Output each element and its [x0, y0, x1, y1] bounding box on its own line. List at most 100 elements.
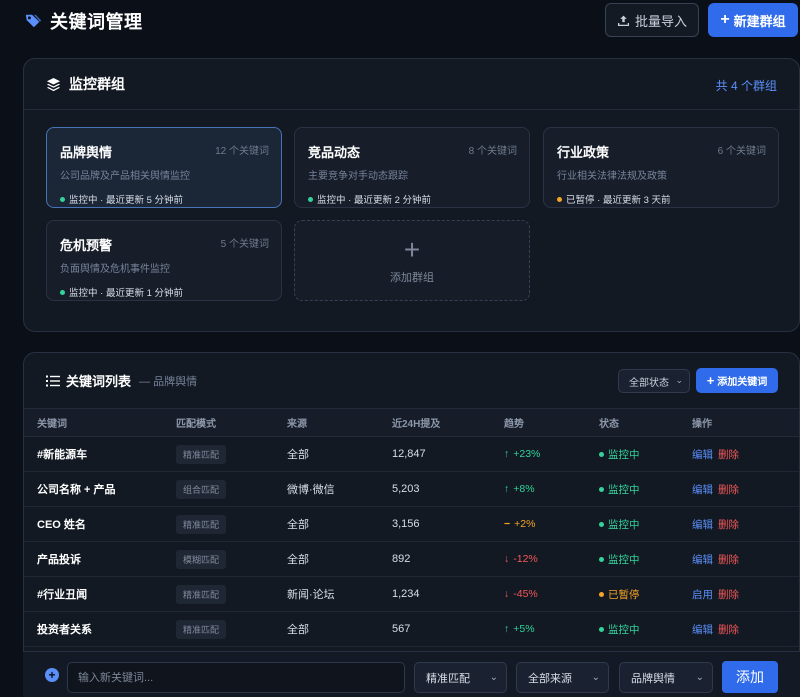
group-card-status: 监控中 · 最近更新 5 分钟前 [60, 192, 269, 206]
brand: 关键词管理 [24, 8, 143, 34]
source-cell: 全部 [287, 506, 392, 542]
group-card-status: 监控中 · 最近更新 2 分钟前 [308, 192, 517, 206]
row-primary-action[interactable]: 启用 [692, 589, 713, 601]
keyword-panel: 关键词列表 — 品牌舆情 全部状态 ⌄ + 添加关键词 关键词 匹配模式 来源 … [23, 352, 800, 697]
group-card-status: 监控中 · 最近更新 1 分钟前 [60, 285, 269, 299]
row-delete-action[interactable]: 删除 [718, 624, 739, 636]
group-card-status-text: 监控中 · 最近更新 5 分钟前 [69, 195, 184, 206]
add-group-card[interactable]: + 添加群组 [294, 220, 530, 301]
group-card-count: 12 个关键词 [215, 146, 269, 157]
new-group-button[interactable]: + 新建群组 [708, 3, 798, 37]
row-delete-action[interactable]: 删除 [718, 554, 739, 566]
keyword-text: #行业丑闻 [37, 589, 88, 601]
trend-cell: ↓ -12% [504, 553, 538, 565]
group-card-status-text: 已暂停 · 最近更新 3 天前 [566, 195, 671, 206]
group-card-status-text: 监控中 · 最近更新 1 分钟前 [69, 288, 184, 299]
bulk-import-label: 批量导入 [634, 13, 687, 29]
keyword-panel-title: 关键词列表 [66, 374, 132, 389]
match-mode-chip: 精准匹配 [176, 584, 227, 604]
source-select[interactable]: 全部来源 ⌄ [516, 662, 609, 693]
row-primary-action[interactable]: 编辑 [692, 449, 713, 461]
group-card-competitors[interactable]: 竞品动态 8 个关键词 主要竞争对手动态跟踪 监控中 · 最近更新 2 分钟前 [294, 127, 530, 208]
match-mode-select[interactable]: 精准匹配 ⌄ [414, 662, 507, 693]
trend-value: -12% [513, 553, 538, 565]
row-delete-action[interactable]: 删除 [718, 589, 739, 601]
status-dot-icon [557, 196, 562, 202]
table-row: 产品投诉 模糊匹配 全部 892 ↓ -12% 监控中 编辑 删除 [24, 541, 799, 577]
trend-value: +23% [513, 448, 541, 460]
trend-cell: − +2% [504, 518, 535, 530]
column-header: 匹配模式 [176, 408, 287, 437]
row-primary-action[interactable]: 编辑 [692, 624, 713, 636]
plus-icon: + [720, 11, 730, 28]
match-mode-chip: 精准匹配 [176, 619, 227, 639]
status-dot-icon [599, 556, 604, 562]
group-value: 品牌舆情 [631, 672, 675, 685]
add-keyword-button[interactable]: + 添加关键词 [696, 368, 778, 393]
keyword-text: 产品投诉 [37, 554, 81, 566]
bulk-import-button[interactable]: 批量导入 [605, 3, 699, 37]
trend-cell: ↓ -45% [504, 588, 538, 600]
group-card-status-text: 监控中 · 最近更新 2 分钟前 [317, 195, 432, 206]
plus-circle-icon: + [45, 668, 59, 682]
status-dot-icon [60, 289, 65, 295]
keyword-text: 投资者关系 [37, 624, 92, 636]
trend-down-icon: ↓ [504, 553, 510, 565]
chevron-down-icon: ⌄ [675, 375, 683, 385]
status-dot-icon [599, 591, 604, 597]
list-icon [46, 375, 60, 386]
group-card-policy[interactable]: 行业政策 6 个关键词 行业相关法律法规及政策 已暂停 · 最近更新 3 天前 [543, 127, 779, 208]
mentions-cell: 1,234 [392, 576, 504, 612]
status-cell: 监控中 [599, 447, 640, 462]
column-header: 状态 [599, 408, 692, 437]
group-card-desc: 主要竞争对手动态跟踪 [308, 171, 408, 182]
mentions-cell: 12,847 [392, 436, 504, 472]
mentions-cell: 5,203 [392, 471, 504, 507]
row-delete-action[interactable]: 删除 [718, 484, 739, 496]
status-text: 已暂停 [608, 588, 640, 601]
trend-cell: ↑ +8% [504, 483, 535, 495]
page-title: 关键词管理 [50, 12, 143, 32]
trend-value: +8% [513, 483, 535, 495]
keyword-table-body: #新能源车 精准匹配 全部 12,847 ↑ +23% 监控中 编辑 删除 公司名称 + 产品 组合… [24, 436, 799, 647]
column-header: 操作 [692, 408, 799, 437]
add-keyword-label: 添加关键词 [717, 377, 768, 388]
trend-value: +5% [513, 623, 535, 635]
match-mode-chip: 组合匹配 [176, 479, 227, 499]
row-primary-action[interactable]: 编辑 [692, 484, 713, 496]
submit-keyword-button[interactable]: 添加 [722, 661, 778, 693]
trend-cell: ↑ +5% [504, 623, 535, 635]
group-card-brand[interactable]: 品牌舆情 12 个关键词 公司品牌及产品相关舆情监控 监控中 · 最近更新 5 … [46, 127, 282, 208]
row-delete-action[interactable]: 删除 [718, 449, 739, 461]
group-card-status: 已暂停 · 最近更新 3 天前 [557, 192, 766, 206]
upload-icon [617, 15, 630, 26]
source-value: 全部来源 [528, 672, 572, 685]
group-total-count: 4 [730, 79, 738, 93]
status-dot-icon [60, 196, 65, 202]
column-header: 关键词 [24, 408, 176, 437]
group-select[interactable]: 品牌舆情 ⌄ [619, 662, 713, 693]
row-delete-action[interactable]: 删除 [718, 519, 739, 531]
tag-icon [25, 14, 42, 28]
new-keyword-input[interactable] [67, 662, 405, 693]
quick-add-bar: + 精准匹配 ⌄ 全部来源 ⌄ 品牌舆情 ⌄ 添加 [23, 651, 800, 697]
match-mode-chip: 精准匹配 [176, 514, 227, 534]
keyword-text: 公司名称 + 产品 [37, 484, 116, 496]
status-filter-select[interactable]: 全部状态 ⌄ [618, 369, 690, 393]
group-card-crisis[interactable]: 危机预警 5 个关键词 负面舆情及危机事件监控 监控中 · 最近更新 1 分钟前 [46, 220, 282, 301]
source-cell: 微博·微信 [287, 471, 392, 507]
group-card-desc: 行业相关法律法规及政策 [557, 171, 667, 182]
group-total-suffix: 个群组 [740, 79, 777, 93]
status-filter-value: 全部状态 [629, 377, 669, 389]
group-card-count: 6 个关键词 [717, 146, 766, 157]
row-primary-action[interactable]: 编辑 [692, 519, 713, 531]
trend-value: -45% [513, 588, 538, 600]
status-cell: 已暂停 [599, 587, 640, 602]
match-mode-value: 精准匹配 [426, 672, 470, 685]
row-primary-action[interactable]: 编辑 [692, 554, 713, 566]
status-text: 监控中 [608, 553, 640, 566]
keyword-table-header: 关键词 匹配模式 来源 近24H提及 趋势 状态 操作 [24, 408, 799, 437]
source-cell: 全部 [287, 611, 392, 647]
status-text: 监控中 [608, 623, 640, 636]
keyword-table: 关键词 匹配模式 来源 近24H提及 趋势 状态 操作 #新能源车 精准匹配 全部 1… [24, 408, 799, 647]
